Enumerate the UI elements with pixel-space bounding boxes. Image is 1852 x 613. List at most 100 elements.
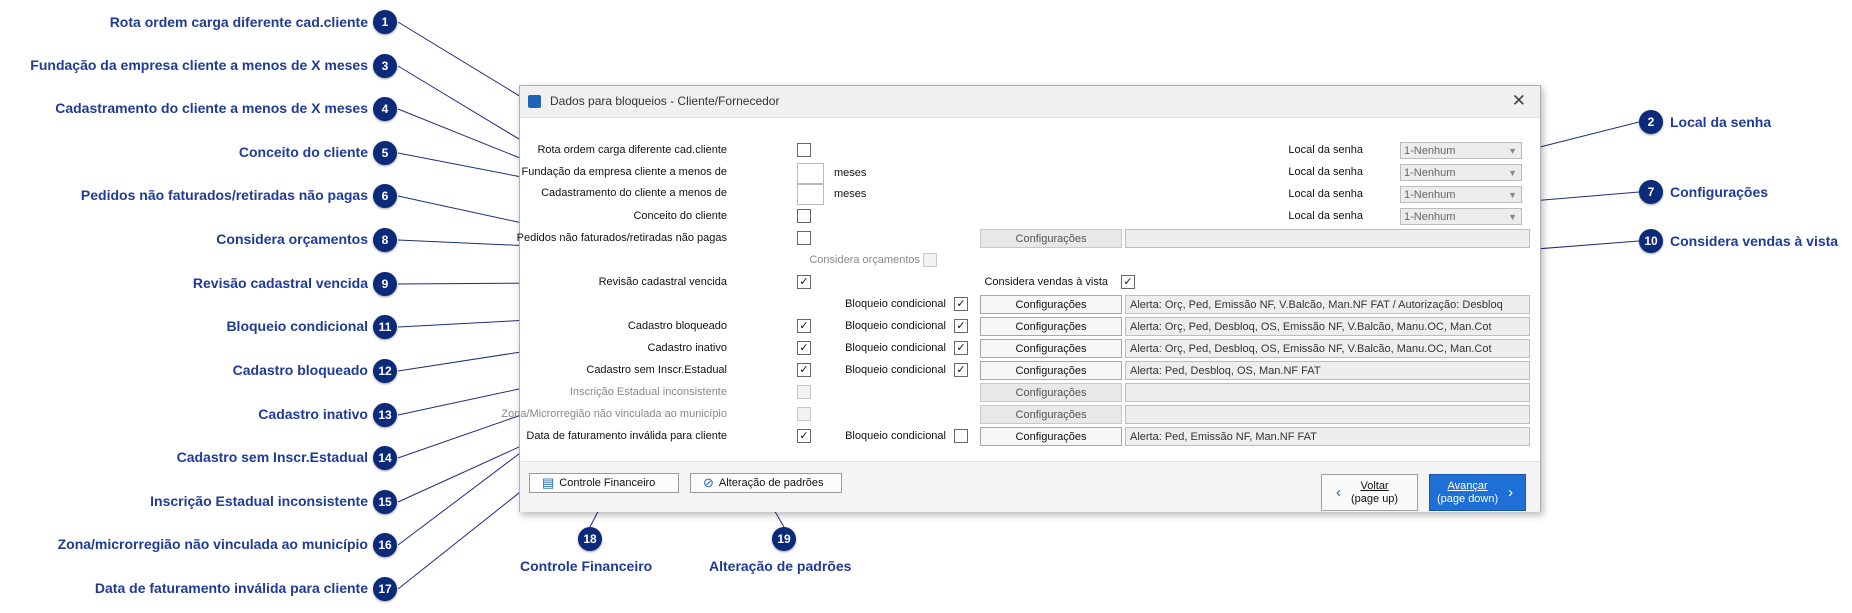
cad-sem-ie-checkbox[interactable]: ✓	[797, 363, 811, 377]
callout-text-11: Bloqueio condicional	[226, 318, 368, 334]
pedidos-checkbox[interactable]	[797, 231, 811, 245]
config-button-bloqueio-cond[interactable]: Configurações	[980, 295, 1122, 314]
callout-text-17: Data de faturamento inválida para client…	[94, 580, 368, 596]
config-button-ie-inconsistente[interactable]: Configurações	[980, 383, 1122, 402]
chevron-down-icon: ▼	[1508, 168, 1517, 178]
fundacao-meses-input[interactable]	[797, 163, 824, 184]
callout-badge-19: 19	[772, 527, 796, 551]
senha-select-fundacao-value: 1-Nenhum	[1404, 167, 1456, 179]
config-button-cad-inativo[interactable]: Configurações	[980, 339, 1122, 358]
data-fat-bloqueio-checkbox[interactable]	[954, 429, 968, 443]
alert-cad-bloqueado: Alerta: Orç, Ped, Desbloq, OS, Emissão N…	[1125, 317, 1530, 336]
bloqueio-cond-checkbox[interactable]: ✓	[954, 297, 968, 311]
cad-sem-ie-label: Cadastro sem Inscr.Estadual	[586, 364, 727, 376]
bloqueio-cond-label: Bloqueio condicional	[845, 298, 946, 310]
title-bar: Dados para bloqueios - Cliente/Fornecedo…	[520, 86, 1540, 118]
callout-badge-2: 2	[1639, 110, 1663, 134]
avancar-button[interactable]: Avançar (page down) ›	[1429, 474, 1526, 511]
avancar-label: Avançar	[1447, 479, 1488, 492]
alert-ie-inconsistente	[1125, 383, 1530, 402]
callout-badge-7: 7	[1639, 180, 1663, 204]
callout-badge-1: 1	[373, 10, 397, 34]
chevron-right-icon: ›	[1508, 484, 1514, 501]
cadastramento-meses-input[interactable]	[797, 184, 824, 205]
callout-badge-10: 10	[1639, 229, 1663, 253]
conceito-label: Conceito do cliente	[633, 210, 727, 222]
cad-inativo-bloqueio-checkbox[interactable]: ✓	[954, 341, 968, 355]
revisao-label: Revisão cadastral vencida	[598, 276, 727, 288]
alert-bloqueio-cond: Alerta: Orç, Ped, Emissão NF, V.Balcão, …	[1125, 295, 1530, 314]
cad-sem-ie-bloqueio-checkbox[interactable]: ✓	[954, 363, 968, 377]
callout-badge-18: 18	[578, 527, 602, 551]
alteracao-padroes-button[interactable]: ⊘ Alteração de padrões	[690, 473, 842, 493]
cadastramento-label: Cadastramento do cliente a menos de	[541, 187, 727, 199]
data-fat-bloqueio-label: Bloqueio condicional	[845, 430, 946, 442]
cad-bloqueado-checkbox[interactable]: ✓	[797, 319, 811, 333]
config-button-zona[interactable]: Configurações	[980, 405, 1122, 424]
voltar-sub: (page up)	[1351, 492, 1399, 505]
senha-select-conceito[interactable]: 1-Nenhum ▼	[1400, 208, 1522, 225]
data-fat-checkbox[interactable]: ✓	[797, 429, 811, 443]
window-title: Dados para bloqueios - Cliente/Fornecedo…	[550, 94, 780, 108]
revisao-checkbox[interactable]: ✓	[797, 275, 811, 289]
chevron-left-icon: ‹	[1336, 484, 1341, 501]
callout-text-1: Rota ordem carga diferente cad.cliente	[109, 14, 368, 30]
callout-text-16: Zona/microrregião não vinculada ao munic…	[57, 536, 368, 552]
conceito-checkbox[interactable]	[797, 209, 811, 223]
senha-select-conceito-value: 1-Nenhum	[1404, 211, 1456, 223]
senha-select-fundacao[interactable]: 1-Nenhum ▼	[1400, 164, 1522, 181]
senha-select-cadastramento[interactable]: 1-Nenhum ▼	[1400, 186, 1522, 203]
senha-label-conceito: Local da senha	[1288, 210, 1363, 222]
voltar-button[interactable]: ‹ Voltar (page up)	[1321, 474, 1418, 511]
zona-checkbox[interactable]	[797, 407, 811, 421]
dialog-footer: ▤ Controle Financeiro ⊘ Alteração de pad…	[520, 461, 1540, 512]
callout-text-12: Cadastro bloqueado	[232, 362, 368, 378]
callout-badge-9: 9	[373, 272, 397, 296]
callout-badge-4: 4	[373, 97, 397, 121]
callout-badge-15: 15	[373, 490, 397, 514]
callout-badge-3: 3	[373, 54, 397, 78]
senha-select-cadastramento-value: 1-Nenhum	[1404, 189, 1456, 201]
pedidos-label: Pedidos não faturados/retiradas não paga…	[516, 232, 727, 244]
callout-text-19: Alteração de padrões	[709, 558, 852, 574]
zona-label: Zona/Microrregião não vinculada ao munic…	[501, 408, 727, 420]
orcamentos-checkbox[interactable]	[923, 253, 937, 267]
callout-text-6: Pedidos não faturados/retiradas não paga…	[80, 187, 368, 203]
vendas-vista-checkbox[interactable]: ✓	[1121, 275, 1135, 289]
senha-select-rota[interactable]: 1-Nenhum ▼	[1400, 142, 1522, 159]
money-doc-icon: ▤	[542, 475, 555, 490]
callout-badge-8: 8	[373, 228, 397, 252]
rota-checkbox[interactable]	[797, 143, 811, 157]
ie-inconsistente-checkbox[interactable]	[797, 385, 811, 399]
callout-badge-14: 14	[373, 446, 397, 470]
close-icon[interactable]: ✕	[1512, 91, 1526, 111]
callout-text-2: Local da senha	[1670, 114, 1772, 130]
alert-pedidos	[1125, 229, 1530, 248]
callout-text-10: Considera vendas à vista	[1670, 233, 1839, 249]
callout-badge-11: 11	[373, 315, 397, 339]
controle-financeiro-button[interactable]: ▤ Controle Financeiro	[529, 473, 679, 493]
cad-bloqueado-bloqueio-checkbox[interactable]: ✓	[954, 319, 968, 333]
cad-inativo-checkbox[interactable]: ✓	[797, 341, 811, 355]
chevron-down-icon: ▼	[1508, 146, 1517, 156]
ie-inconsistente-label: Inscrição Estadual inconsistente	[569, 386, 727, 398]
callout-text-13: Cadastro inativo	[258, 406, 368, 422]
cad-bloqueado-label: Cadastro bloqueado	[627, 320, 727, 332]
callout-badge-16: 16	[373, 533, 397, 557]
config-button-cad-bloqueado[interactable]: Configurações	[980, 317, 1122, 336]
callout-text-18: Controle Financeiro	[520, 558, 653, 574]
config-button-data-fat[interactable]: Configurações	[980, 427, 1122, 446]
callout-badge-12: 12	[373, 359, 397, 383]
dialog-window: Dados para bloqueios - Cliente/Fornecedo…	[501, 85, 1541, 512]
fundacao-meses-unit: meses	[834, 167, 867, 179]
cad-inativo-label: Cadastro inativo	[647, 342, 728, 354]
callout-badge-6: 6	[373, 184, 397, 208]
config-button-cad-sem-ie[interactable]: Configurações	[980, 361, 1122, 380]
controle-financeiro-label: Controle Financeiro	[559, 477, 656, 489]
alteracao-padroes-label: Alteração de padrões	[718, 477, 824, 489]
leader-2	[1535, 121, 1640, 149]
cad-inativo-bloqueio-label: Bloqueio condicional	[845, 342, 946, 354]
avancar-sub: (page down)	[1437, 492, 1499, 505]
senha-label-rota: Local da senha	[1288, 144, 1363, 156]
config-button-pedidos[interactable]: Configurações	[980, 229, 1122, 248]
